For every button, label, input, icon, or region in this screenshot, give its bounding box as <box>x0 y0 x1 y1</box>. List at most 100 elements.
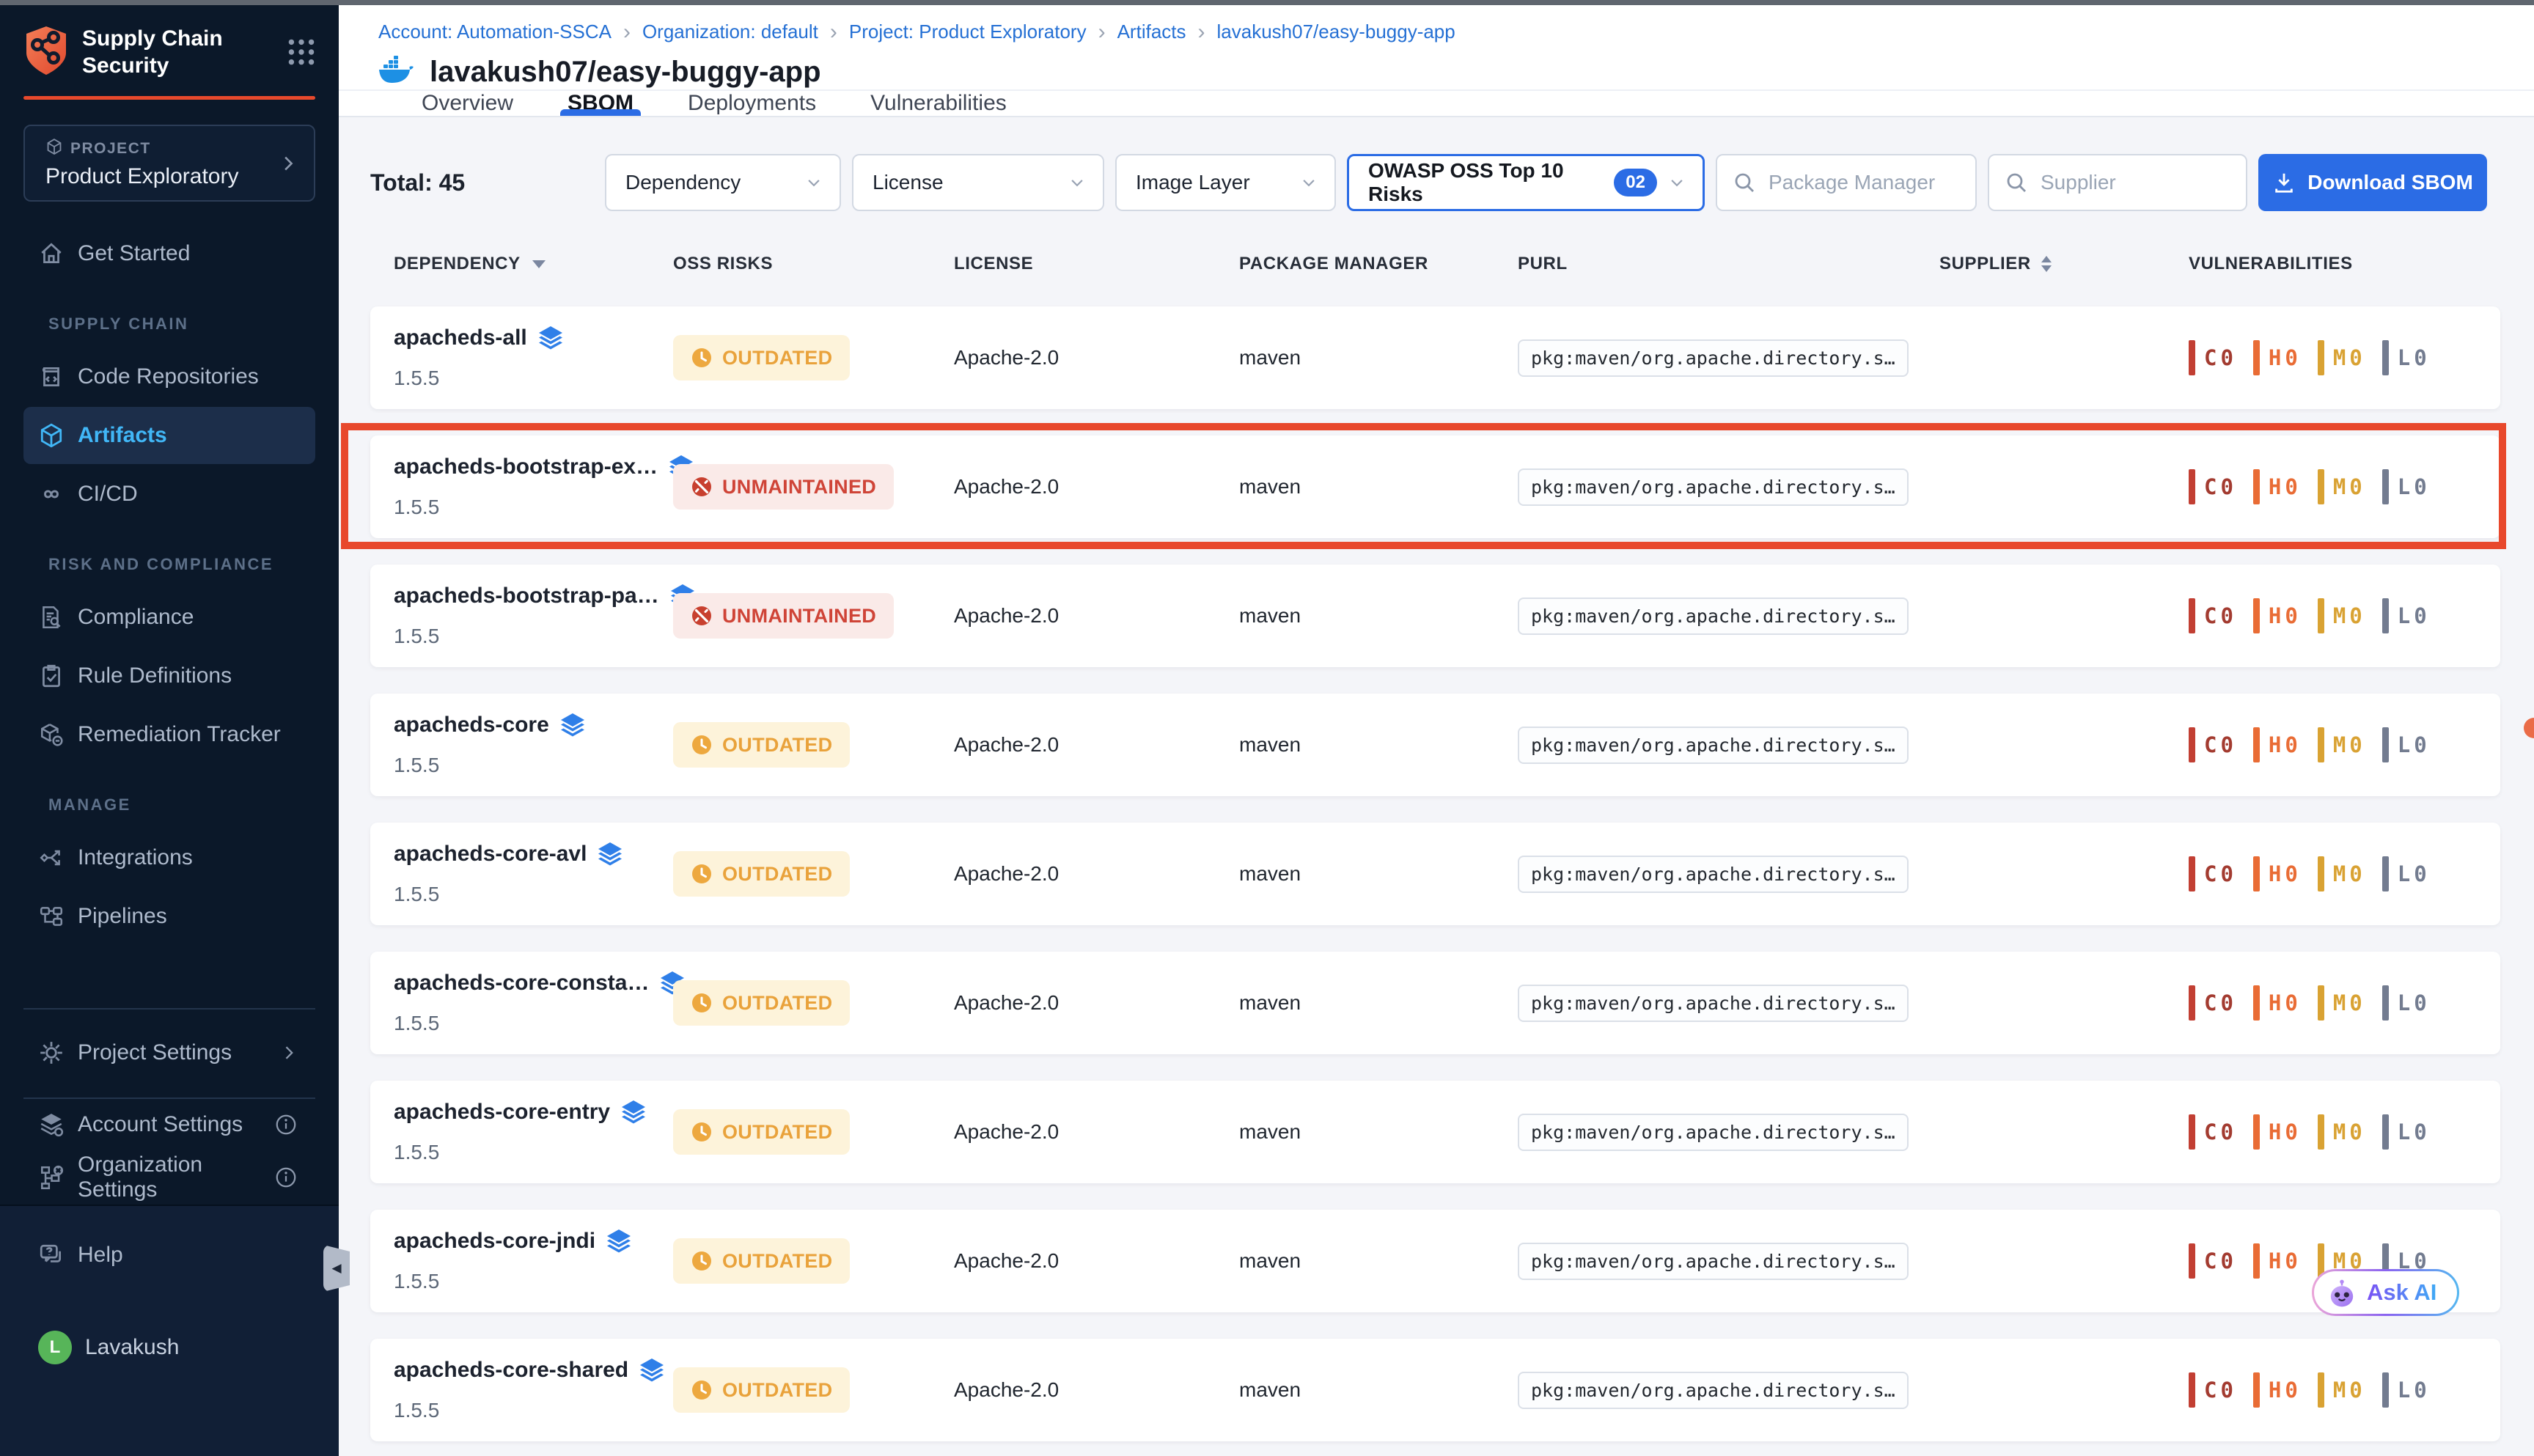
layers-icon[interactable] <box>559 713 586 738</box>
vuln-critical: C0 <box>2189 856 2237 891</box>
vuln-high: H0 <box>2253 727 2302 762</box>
package-manager: maven <box>1239 1120 1518 1144</box>
vuln-low: L0 <box>2382 598 2431 633</box>
filter-dependency[interactable]: Dependency <box>605 154 841 211</box>
table-row[interactable]: apacheds-core-jndi 1.5.5 OUTDATED Apache… <box>370 1210 2500 1312</box>
table-row[interactable]: apacheds-core-consta… 1.5.5 OUTDATED Apa… <box>370 952 2500 1054</box>
sidebar-item-artifacts[interactable]: Artifacts <box>23 407 315 464</box>
sidebar-item-help[interactable]: Help <box>23 1227 315 1284</box>
sidebar-item-remediation-tracker[interactable]: Remediation Tracker <box>23 706 315 763</box>
chevron-right-icon <box>280 1043 298 1063</box>
column-header-vulnerabilities[interactable]: VULNERABILITIES <box>2189 254 2500 274</box>
column-header-license[interactable]: LICENSE <box>954 254 1239 274</box>
breadcrumb-link-account-automation-ssca[interactable]: Account: Automation-SSCA <box>378 21 612 43</box>
table-row[interactable]: apacheds-core-avl 1.5.5 OUTDATED Apache-… <box>370 823 2500 925</box>
breadcrumb-link-project-product-exploratory[interactable]: Project: Product Exploratory <box>849 21 1087 43</box>
filter-license[interactable]: License <box>852 154 1104 211</box>
dependency-name: apacheds-bootstrap-ex… <box>394 455 658 479</box>
layers-icon[interactable] <box>620 1100 647 1125</box>
license: Apache-2.0 <box>954 991 1239 1015</box>
sidebar-item-organization-settings[interactable]: Organization Settings <box>23 1152 315 1203</box>
table-row[interactable]: apacheds-bootstrap-pa… 1.5.5 UNMAINTAINE… <box>370 565 2500 667</box>
ai-bot-icon <box>2326 1276 2358 1309</box>
sidebar-item-code-repositories[interactable]: Code Repositories <box>23 348 315 405</box>
chevron-right-icon <box>279 152 298 174</box>
home-icon <box>38 240 65 267</box>
breadcrumb-separator: › <box>1198 23 1205 42</box>
vulnerabilities: C0 H0 M0 L0 <box>2189 1114 2500 1150</box>
breadcrumb-link-lavakush07-easy-buggy-app[interactable]: lavakush07/easy-buggy-app <box>1217 21 1455 43</box>
purl[interactable]: pkg:maven/org.apache.directory.s… <box>1518 339 1909 377</box>
dependency-name: apacheds-core-avl <box>394 842 587 867</box>
breadcrumb-separator: › <box>1098 23 1106 42</box>
cube-icon <box>45 138 63 160</box>
vuln-high: H0 <box>2253 469 2302 504</box>
oss-risk-badge: OUTDATED <box>673 851 850 897</box>
filter-image-layer[interactable]: Image Layer <box>1115 154 1336 211</box>
purl[interactable]: pkg:maven/org.apache.directory.s… <box>1518 985 1909 1022</box>
download-sbom-button[interactable]: Download SBOM <box>2258 154 2487 211</box>
column-header-supplier[interactable]: SUPPLIER <box>1939 254 2189 274</box>
info-icon[interactable] <box>274 1166 298 1189</box>
table-row[interactable]: apacheds-core-entry 1.5.5 OUTDATED Apach… <box>370 1081 2500 1183</box>
tab-sbom[interactable]: SBOM <box>568 91 634 116</box>
divider <box>23 1008 315 1010</box>
purl[interactable]: pkg:maven/org.apache.directory.s… <box>1518 1372 1909 1409</box>
column-header-purl[interactable]: PURL <box>1518 254 1939 274</box>
sort-icon <box>2041 256 2052 272</box>
vuln-high: H0 <box>2253 1372 2302 1408</box>
package-manager-input[interactable] <box>1767 170 1961 195</box>
sidebar-nav: Get StartedSUPPLY CHAIN Code Repositorie… <box>0 225 339 945</box>
project-selector[interactable]: PROJECT Product Exploratory <box>23 125 315 202</box>
table-row[interactable]: apacheds-core-shared 1.5.5 OUTDATED Apac… <box>370 1339 2500 1441</box>
layers-icon[interactable] <box>537 326 564 350</box>
package-manager: maven <box>1239 604 1518 628</box>
column-header-oss-risks[interactable]: OSS RISKS <box>673 254 954 274</box>
sidebar-item-project-settings[interactable]: Project Settings <box>23 1027 315 1078</box>
table-row[interactable]: apacheds-core 1.5.5 OUTDATED Apache-2.0 … <box>370 694 2500 796</box>
sidebar-item-rule-definitions[interactable]: Rule Definitions <box>23 647 315 705</box>
tab-deployments[interactable]: Deployments <box>688 91 816 116</box>
purl[interactable]: pkg:maven/org.apache.directory.s… <box>1518 1114 1909 1151</box>
sidebar-collapse-button[interactable]: ◀ <box>323 1245 350 1292</box>
table-row[interactable]: apacheds-all 1.5.5 OUTDATED Apache-2.0 m… <box>370 306 2500 409</box>
download-icon <box>2272 171 2296 194</box>
vuln-critical: C0 <box>2189 469 2237 504</box>
purl[interactable]: pkg:maven/org.apache.directory.s… <box>1518 1243 1909 1280</box>
sidebar-item-integrations[interactable]: Integrations <box>23 829 315 886</box>
sort-desc-icon <box>532 260 546 268</box>
docker-whale-icon <box>378 55 414 89</box>
sidebar-item-account-settings[interactable]: Account Settings <box>23 1099 315 1150</box>
column-header-package-manager[interactable]: PACKAGE MANAGER <box>1239 254 1518 274</box>
chevron-down-icon <box>1299 173 1318 192</box>
purl[interactable]: pkg:maven/org.apache.directory.s… <box>1518 856 1909 893</box>
info-icon[interactable] <box>274 1113 298 1136</box>
table-row[interactable]: apacheds-bootstrap-ex… 1.5.5 UNMAINTAINE… <box>370 435 2500 538</box>
supplier-input[interactable] <box>2039 170 2231 195</box>
layers-gear-icon <box>38 1111 65 1138</box>
tab-overview[interactable]: Overview <box>422 91 513 116</box>
owasp-risks-filter[interactable]: OWASP OSS Top 10 Risks 02 <box>1347 154 1705 211</box>
breadcrumb-link-artifacts[interactable]: Artifacts <box>1117 21 1186 43</box>
nav-section-manage: MANAGE <box>48 795 339 815</box>
sidebar-item-compliance[interactable]: Compliance <box>23 589 315 646</box>
supplier-search <box>1988 154 2247 211</box>
vuln-high: H0 <box>2253 1243 2302 1279</box>
user-menu[interactable]: L Lavakush <box>38 1331 339 1364</box>
purl[interactable]: pkg:maven/org.apache.directory.s… <box>1518 598 1909 635</box>
sidebar-item-ci-cd[interactable]: CI/CD <box>23 466 315 523</box>
grid-9-icon[interactable] <box>286 37 317 71</box>
layers-icon[interactable] <box>597 842 623 867</box>
breadcrumb-link-organization-default[interactable]: Organization: default <box>642 21 818 43</box>
layers-icon[interactable] <box>606 1229 632 1254</box>
breadcrumb-separator: › <box>623 23 631 42</box>
sidebar-item-pipelines[interactable]: Pipelines <box>23 888 315 945</box>
ask-ai-button[interactable]: Ask AI <box>2312 1269 2459 1316</box>
sidebar-item-get-started[interactable]: Get Started <box>23 225 315 282</box>
column-header-dependency[interactable]: DEPENDENCY <box>394 254 673 274</box>
layers-icon[interactable] <box>639 1358 665 1383</box>
purl[interactable]: pkg:maven/org.apache.directory.s… <box>1518 468 1909 506</box>
vuln-medium: M0 <box>2318 340 2366 375</box>
purl[interactable]: pkg:maven/org.apache.directory.s… <box>1518 727 1909 764</box>
tab-vulnerabilities[interactable]: Vulnerabilities <box>870 91 1007 116</box>
